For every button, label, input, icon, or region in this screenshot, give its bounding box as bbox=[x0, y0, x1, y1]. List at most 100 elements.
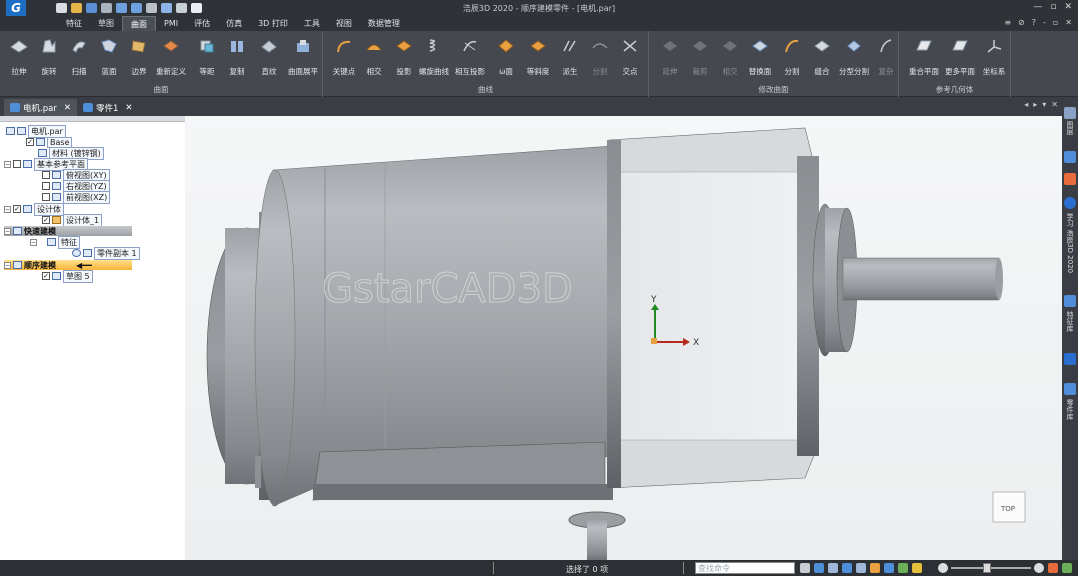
intersect-curve-tool[interactable]: 相交 bbox=[361, 36, 387, 77]
graphics-viewport[interactable]: GstarCAD3D Y X TOP bbox=[185, 116, 1062, 560]
revolve-tool[interactable]: 旋转 bbox=[36, 36, 62, 77]
command-finder-input[interactable] bbox=[695, 562, 795, 574]
app-logo[interactable]: G bbox=[6, 0, 26, 16]
project-curve-tool[interactable]: 投影 bbox=[391, 36, 417, 77]
tab-evaluate[interactable]: 评估 bbox=[186, 16, 218, 31]
parts-library-icon[interactable] bbox=[1064, 353, 1076, 365]
run-command-icon[interactable] bbox=[800, 563, 810, 573]
tree-material[interactable]: 材料 (镀锌钢) bbox=[38, 146, 104, 160]
minimize-button[interactable]: — bbox=[1033, 2, 1042, 12]
zoom-slider-handle[interactable] bbox=[983, 563, 991, 573]
rollback-marker-icon[interactable]: ◀━━ bbox=[76, 261, 92, 270]
learn-label[interactable]: 学习 浩辰3D 2020 bbox=[1065, 213, 1075, 273]
display-style-icon[interactable] bbox=[912, 563, 922, 573]
view-cube[interactable]: TOP bbox=[992, 491, 1026, 523]
rotate-icon[interactable] bbox=[870, 563, 880, 573]
copy-icon[interactable] bbox=[176, 3, 187, 13]
select-tool-icon[interactable] bbox=[161, 3, 172, 13]
checkbox[interactable] bbox=[42, 182, 50, 190]
replace-face-tool[interactable]: 替换面 bbox=[747, 36, 773, 77]
shading-icon[interactable] bbox=[898, 563, 908, 573]
checkbox[interactable]: ✓ bbox=[42, 272, 50, 280]
tab-tools[interactable]: 工具 bbox=[296, 16, 328, 31]
split-curve-tool[interactable]: 分割 bbox=[587, 36, 613, 77]
checkbox[interactable]: ✓ bbox=[42, 216, 50, 224]
zoom-icon[interactable] bbox=[828, 563, 838, 573]
tree-ref-planes[interactable]: − 基本参考平面 bbox=[4, 157, 88, 171]
trim-surface-tool[interactable]: 裁剪 bbox=[687, 36, 713, 77]
helix-tool[interactable]: 螺旋曲线 bbox=[419, 36, 449, 77]
tab-list-icon[interactable]: ▾ bbox=[1042, 100, 1046, 109]
ribbon-options-icon[interactable]: ≡ bbox=[1004, 18, 1011, 27]
tree-design-body-1[interactable]: ✓ 设计体_1 bbox=[42, 213, 103, 227]
split-surface-tool[interactable]: 分割 bbox=[779, 36, 805, 77]
doc-minimize-icon[interactable]: - bbox=[1043, 18, 1046, 27]
feature-library-icon[interactable] bbox=[1064, 295, 1076, 307]
people-icon[interactable] bbox=[1064, 151, 1076, 163]
doc-close-icon[interactable]: ✕ bbox=[1065, 18, 1072, 27]
parting-split-tool[interactable]: 分型分割 bbox=[839, 36, 869, 77]
copy-surface-tool[interactable]: 复制 bbox=[224, 36, 250, 77]
tree-plane-xy[interactable]: 俯视图(XY) bbox=[42, 168, 110, 182]
extrude-tool[interactable]: 拉伸 bbox=[6, 36, 32, 77]
palette-icon[interactable] bbox=[1064, 173, 1076, 185]
tab-close-all-icon[interactable]: ✕ bbox=[1051, 100, 1058, 109]
collapse-icon[interactable]: − bbox=[30, 238, 37, 246]
sweep-tool[interactable]: 扫描 bbox=[66, 36, 92, 77]
coordinate-system-tool[interactable]: 坐标系 bbox=[981, 36, 1007, 77]
play-icon[interactable] bbox=[191, 3, 202, 13]
save-icon[interactable] bbox=[86, 3, 97, 13]
checkbox[interactable] bbox=[42, 193, 50, 201]
help-icon[interactable]: ? bbox=[1032, 18, 1036, 27]
collapse-icon[interactable]: − bbox=[4, 227, 11, 235]
keypoint-curve-tool[interactable]: 关键点 bbox=[331, 36, 357, 77]
coincident-plane-tool[interactable]: 重合平面 bbox=[909, 36, 939, 77]
maximize-button[interactable]: ▫ bbox=[1050, 2, 1056, 12]
undo-icon[interactable] bbox=[116, 3, 127, 13]
tree-features[interactable]: − 特征 bbox=[30, 235, 80, 249]
layers-icon[interactable] bbox=[1064, 107, 1076, 119]
ribbon-collapse-icon[interactable]: ⊘ bbox=[1018, 18, 1025, 27]
bounded-tool[interactable]: 边界 bbox=[126, 36, 152, 77]
tree-sketch[interactable]: ✓ 草图 5 bbox=[42, 269, 93, 283]
derived-curve-tool[interactable]: 派生 bbox=[557, 36, 583, 77]
tab-scroll-left-icon[interactable]: ◂ bbox=[1024, 100, 1028, 109]
settings-icon[interactable] bbox=[1062, 563, 1072, 573]
isocline-tool[interactable]: 等斜度 bbox=[525, 36, 551, 77]
flatten-tool[interactable]: 曲面展平 bbox=[288, 36, 318, 77]
more-planes-tool[interactable]: 更多平面 bbox=[945, 36, 975, 77]
tab-sketch[interactable]: 草图 bbox=[90, 16, 122, 31]
pan-icon[interactable] bbox=[856, 563, 866, 573]
color-icon[interactable] bbox=[1048, 563, 1058, 573]
tab-surface[interactable]: 曲面 bbox=[122, 16, 156, 31]
intersection-point-tool[interactable]: 交点 bbox=[617, 36, 643, 77]
contour-tool[interactable]: ω面 bbox=[493, 36, 519, 77]
motor-model[interactable]: GstarCAD3D Y X TOP bbox=[185, 116, 1062, 560]
print-icon[interactable] bbox=[101, 3, 112, 13]
tree-plane-yz[interactable]: 右视图(YZ) bbox=[42, 179, 110, 193]
feature-library-label[interactable]: 特征库 bbox=[1065, 311, 1075, 332]
close-tab-icon[interactable]: ✕ bbox=[125, 103, 132, 113]
tree-base[interactable]: ✓ Base bbox=[26, 136, 73, 148]
close-tab-icon[interactable]: ✕ bbox=[64, 103, 71, 113]
tree-design-body[interactable]: − ✓ 设计体 bbox=[4, 202, 64, 216]
close-button[interactable]: ✕ bbox=[1064, 2, 1072, 12]
checkbox[interactable]: ✓ bbox=[26, 138, 34, 146]
tab-view[interactable]: 视图 bbox=[328, 16, 360, 31]
tab-3d-print[interactable]: 3D 打印 bbox=[250, 16, 296, 31]
help-learn-icon[interactable] bbox=[1064, 197, 1076, 209]
redo-icon[interactable] bbox=[131, 3, 142, 13]
checkbox[interactable]: ✓ bbox=[13, 205, 21, 213]
ruled-tool[interactable]: 直纹 bbox=[256, 36, 282, 77]
zoom-in-icon[interactable] bbox=[1034, 563, 1044, 573]
intersect-surface-tool[interactable]: 相交 bbox=[717, 36, 743, 77]
collapse-icon[interactable]: − bbox=[4, 160, 11, 168]
new-file-icon[interactable] bbox=[56, 3, 67, 13]
layers-label[interactable]: 图层 bbox=[1065, 121, 1075, 135]
fit-view-icon[interactable] bbox=[814, 563, 824, 573]
collapse-icon[interactable]: − bbox=[4, 205, 11, 213]
tab-pmi[interactable]: PMI bbox=[156, 16, 186, 31]
parts-library-label[interactable]: 零件库 bbox=[1065, 399, 1075, 420]
cut-icon[interactable] bbox=[146, 3, 157, 13]
tab-scroll-right-icon[interactable]: ▸ bbox=[1033, 100, 1037, 109]
